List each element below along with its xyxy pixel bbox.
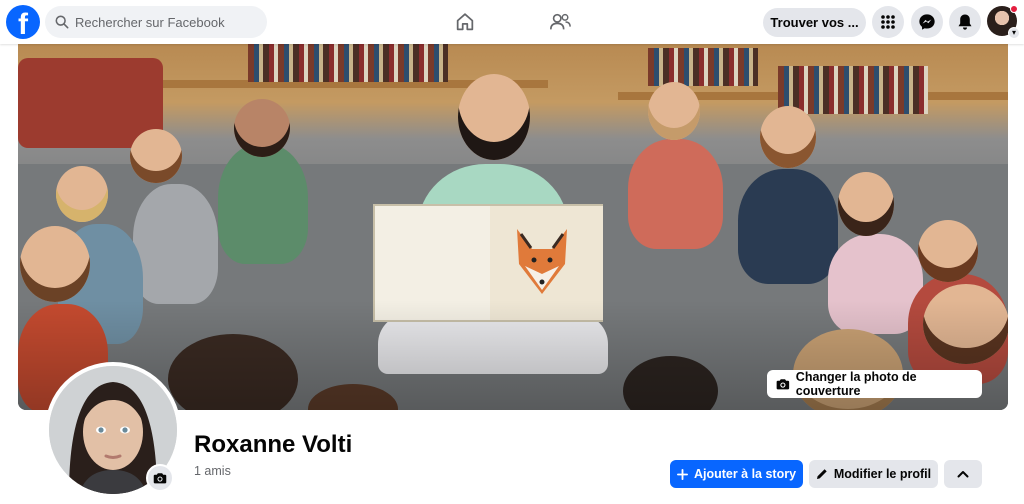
camera-icon (153, 473, 167, 484)
chevron-down-icon: ▾ (1008, 27, 1020, 39)
friends-icon[interactable] (546, 8, 574, 36)
menu-button[interactable] (872, 6, 904, 38)
account-avatar[interactable]: ▾ (987, 5, 1020, 39)
profile-camera-button[interactable] (146, 464, 174, 492)
search-icon (55, 15, 69, 29)
friends-count[interactable]: 1 amis (194, 464, 231, 478)
messenger-button[interactable] (911, 6, 943, 38)
more-options-button[interactable] (944, 460, 982, 488)
plus-icon (676, 468, 688, 480)
profile-name: Roxanne Volti (194, 431, 353, 458)
notification-dot (1010, 5, 1018, 13)
pencil-icon (816, 468, 828, 480)
chevron-up-icon (957, 471, 969, 478)
search-bar[interactable] (45, 6, 267, 38)
cover-photo (18, 44, 1008, 410)
top-navigation-bar: f Trouver vos ... (0, 0, 1024, 44)
edit-profile-button[interactable]: Modifier le profil (809, 460, 938, 488)
search-input[interactable] (75, 14, 255, 30)
notifications-button[interactable] (949, 6, 981, 38)
add-to-story-label: Ajouter à la story (693, 467, 797, 481)
facebook-logo-icon[interactable]: f (6, 5, 40, 39)
bell-icon (958, 14, 972, 30)
home-icon[interactable] (451, 8, 479, 36)
edit-profile-label: Modifier le profil (833, 467, 932, 481)
add-to-story-button[interactable]: Ajouter à la story (670, 460, 803, 488)
grid-menu-icon (881, 15, 895, 29)
messenger-icon (919, 14, 935, 30)
facebook-logo-letter: f (18, 8, 28, 39)
find-friends-button[interactable]: Trouver vos ... (763, 8, 866, 37)
change-cover-label: Changer la photo de couverture (795, 370, 917, 398)
change-cover-button[interactable]: Changer la photo de couverture (767, 370, 982, 398)
find-friends-label: Trouver vos ... (770, 15, 859, 30)
camera-icon (776, 379, 790, 390)
